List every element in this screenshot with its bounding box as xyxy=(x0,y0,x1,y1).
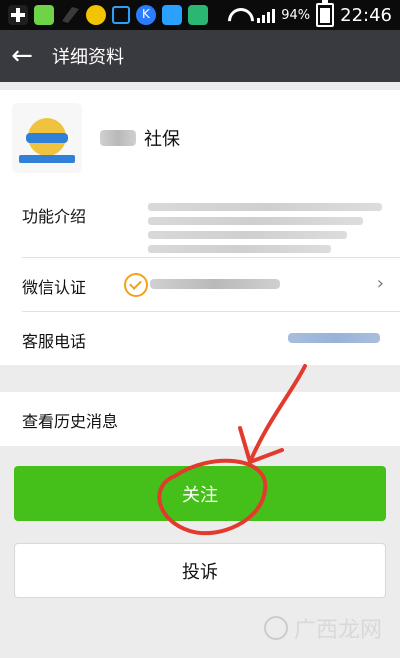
follow-button-label: 关注 xyxy=(182,484,218,506)
function-intro-label: 功能介绍 xyxy=(22,207,87,226)
battery-icon xyxy=(316,0,335,27)
service-phone-label: 客服电话 xyxy=(22,332,87,351)
status-bar: 94% 22:46 xyxy=(0,0,400,30)
page-title: 详细资料 xyxy=(52,47,124,68)
app-header: ← 详细资料 xyxy=(0,30,400,82)
app-icon xyxy=(34,5,54,25)
signal-icon xyxy=(257,7,276,23)
account-name-blurred-part xyxy=(100,129,136,146)
k-app-icon xyxy=(136,5,156,25)
back-arrow-icon: ← xyxy=(11,41,33,71)
chevron-right-icon: › xyxy=(376,273,384,294)
leaf-icon xyxy=(62,7,79,23)
history-messages-label: 查看历史消息 xyxy=(22,412,119,431)
verify-org-blurred xyxy=(150,279,280,289)
report-button[interactable]: 投诉 xyxy=(14,543,386,598)
lock-icon xyxy=(112,6,130,24)
status-right: 94% 22:46 xyxy=(225,0,392,27)
verified-check-icon xyxy=(124,273,148,297)
profile-card: 社保 xyxy=(0,90,400,185)
yellow-app-icon xyxy=(86,5,106,25)
back-button[interactable]: ← xyxy=(0,30,44,82)
history-messages-row[interactable]: 查看历史消息 xyxy=(0,392,400,446)
function-intro-row: 功能介绍 xyxy=(0,185,400,257)
service-phone-row[interactable]: 客服电话 xyxy=(0,311,400,365)
wechat-verify-label: 微信认证 xyxy=(22,278,87,297)
avatar-logo-bar xyxy=(26,132,68,143)
time-text: 22:46 xyxy=(340,4,392,26)
download-icon xyxy=(162,5,182,25)
account-name-text: 社保 xyxy=(144,128,180,150)
watermark-text: 广西龙网 xyxy=(293,618,382,643)
function-intro-blurred-text xyxy=(148,197,382,259)
add-icon xyxy=(8,5,28,25)
service-phone-blurred xyxy=(288,333,380,343)
wifi-icon xyxy=(225,6,251,24)
info-list: 功能介绍 微信认证 › 客服电话 xyxy=(0,185,400,365)
avatar-caption-blur xyxy=(19,154,75,163)
status-icons xyxy=(8,5,208,25)
wechat-verify-row[interactable]: 微信认证 › xyxy=(0,257,400,311)
image-icon xyxy=(188,5,208,25)
avatar xyxy=(12,102,82,173)
follow-button[interactable]: 关注 xyxy=(14,466,386,521)
watermark: 广西龙网 xyxy=(263,612,382,644)
battery-text: 94% xyxy=(281,7,311,23)
account-name: 社保 xyxy=(100,125,180,151)
report-button-label: 投诉 xyxy=(182,561,218,583)
watermark-logo-icon xyxy=(263,616,288,640)
